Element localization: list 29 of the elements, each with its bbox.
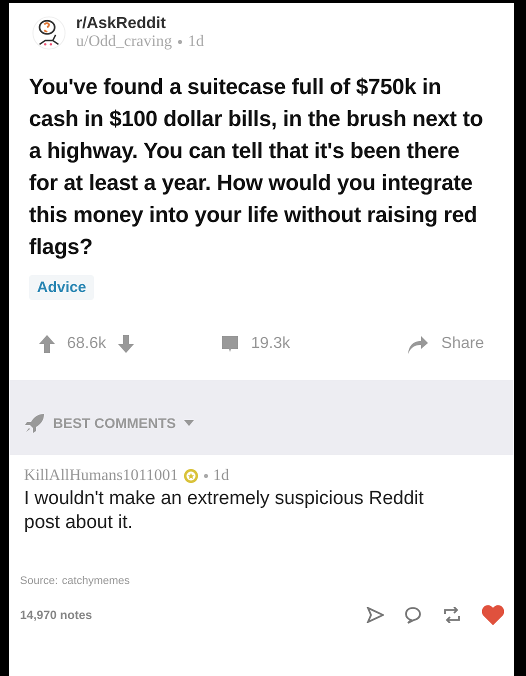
notes-count[interactable]: 14,970 notes [20, 608, 92, 622]
rocket-icon [25, 412, 45, 432]
flair-tag[interactable]: Advice [29, 275, 94, 300]
vote-score: 68.6k [67, 335, 106, 353]
separator-dot-icon [204, 474, 208, 478]
subreddit-avatar-icon[interactable] [32, 16, 66, 50]
post-title: You've found a suitecase full of $750k in cash in $100 dollar bills, in the brush next to a highway. You can tell that it's been there for at least a year. How would you integrate this money into your life without raising red flags? [28, 73, 484, 261]
separator-dot-icon [178, 40, 182, 44]
share-arrow-icon [407, 334, 430, 354]
comment-text: I wouldn't make an extremely suspicious Reddit post about it. [23, 487, 425, 535]
source-link[interactable]: catchymemes [62, 575, 130, 587]
caret-icon [184, 420, 194, 426]
downvote-icon[interactable] [118, 335, 134, 353]
post-age: 1d [188, 33, 204, 51]
comment-author[interactable]: KillAllHumans1011001 [24, 467, 178, 485]
award-icon [183, 468, 200, 484]
send-icon[interactable] [366, 607, 384, 623]
upvote-icon[interactable] [39, 335, 55, 353]
source-label: Source: [20, 575, 58, 587]
post-author[interactable]: u/Odd_craving [76, 33, 172, 51]
comment-age: 1d [213, 467, 230, 485]
comment-icon[interactable] [221, 335, 239, 353]
reblog-icon[interactable] [442, 607, 462, 623]
comment-sort-dropdown[interactable]: BEST COMMENTS [25, 412, 194, 432]
comment-count: 19.3k [251, 335, 290, 353]
heart-icon[interactable] [482, 605, 504, 625]
share-button[interactable]: Share [407, 334, 484, 354]
subreddit-name[interactable]: r/AskReddit [76, 15, 204, 33]
reply-bubble-icon[interactable] [404, 606, 422, 624]
